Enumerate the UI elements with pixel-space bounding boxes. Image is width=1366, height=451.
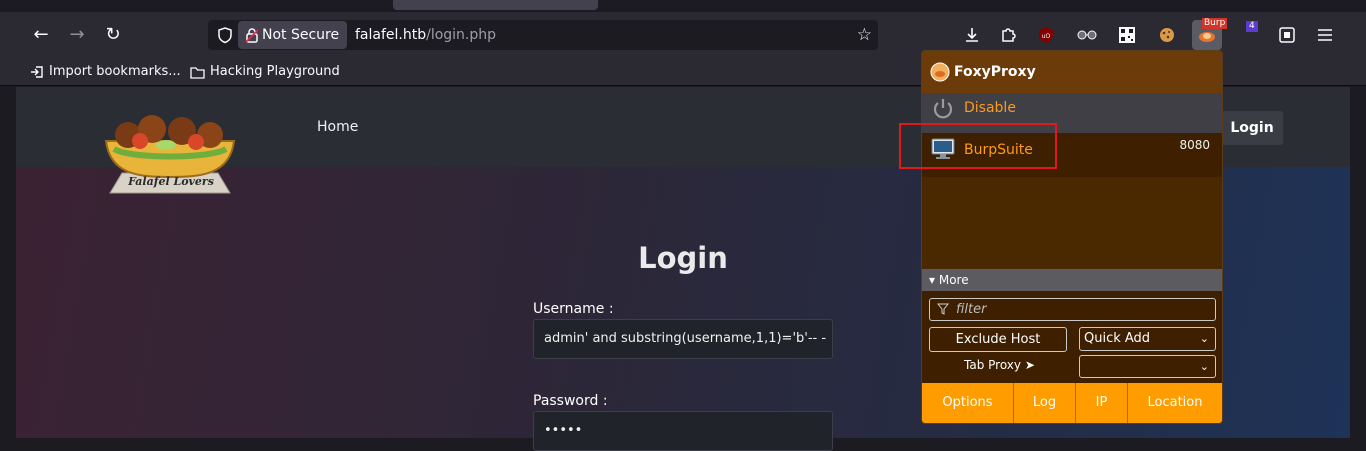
proxy-port: 8080 — [1179, 138, 1210, 152]
container-icon[interactable] — [1274, 22, 1300, 48]
location-button[interactable]: Location — [1128, 383, 1222, 423]
insecure-lock-icon — [245, 28, 259, 43]
password-input[interactable]: ••••• — [533, 411, 833, 451]
quick-add-value: Quick Add — [1084, 331, 1151, 346]
downloads-icon[interactable] — [959, 22, 985, 48]
foxyproxy-toolbar-icon[interactable]: Burp — [1192, 18, 1228, 50]
counter-extension-icon[interactable]: 4 — [1236, 21, 1262, 48]
back-icon[interactable]: ← — [28, 22, 54, 48]
ip-button[interactable]: IP — [1076, 383, 1128, 423]
bookmark-label: Hacking Playground — [210, 64, 340, 79]
svg-text:uO: uO — [1042, 33, 1051, 40]
tab-proxy-select[interactable]: ⌄ — [1079, 355, 1216, 378]
extensions-puzzle-icon[interactable] — [995, 22, 1021, 48]
bookmark-hacking-playground[interactable]: Hacking Playground — [190, 62, 340, 82]
ublock-icon[interactable]: uO — [1033, 22, 1059, 48]
footer-bar: Options Log IP Location — [922, 383, 1222, 423]
annotation-highlight-box — [899, 123, 1057, 169]
options-button[interactable]: Options — [922, 383, 1014, 423]
import-icon — [31, 66, 43, 78]
more-toggle[interactable]: ▾ More — [922, 269, 1222, 291]
forward-icon[interactable]: → — [64, 22, 90, 48]
folder-icon — [190, 66, 205, 79]
chevron-down-icon: ⌄ — [1199, 332, 1209, 345]
disable-label: Disable — [964, 100, 1016, 116]
url-text[interactable]: falafel.htb/login.php — [355, 20, 496, 50]
burp-badge: Burp — [1202, 18, 1228, 29]
log-button[interactable]: Log — [1014, 383, 1076, 423]
active-tab[interactable] — [393, 0, 598, 10]
username-input[interactable]: admin' and substring(username,1,1)='b'--… — [533, 319, 833, 359]
foxyproxy-header: FoxyProxy — [922, 51, 1222, 93]
filter-placeholder: filter — [956, 302, 987, 317]
filter-input[interactable]: filter — [929, 298, 1216, 321]
username-label: Username : — [533, 301, 614, 317]
app-menu-icon[interactable] — [1312, 22, 1338, 48]
logo-text: Falafel Lovers — [128, 175, 214, 188]
bookmark-label: Import bookmarks... — [49, 64, 181, 79]
power-icon — [933, 99, 953, 119]
site-security-button[interactable]: Not Secure — [238, 21, 348, 49]
tab-proxy-label: Tab Proxy ➤ — [964, 358, 1035, 372]
password-label: Password : — [533, 393, 608, 409]
reload-icon[interactable]: ↻ — [100, 22, 126, 48]
security-label: Not Secure — [262, 27, 340, 43]
count-badge: 4 — [1246, 21, 1258, 32]
url-bar[interactable]: Not Secure falafel.htb/login.php ☆ — [208, 20, 878, 50]
foxyproxy-logo-icon — [930, 62, 950, 82]
window-edge-right — [1350, 87, 1366, 438]
chevron-down-icon: ⌄ — [1199, 360, 1209, 373]
url-host: falafel.htb — [355, 27, 427, 43]
bookmark-import[interactable]: Import bookmarks... — [30, 62, 181, 82]
filter-icon — [937, 303, 949, 315]
bookmark-star-icon[interactable]: ☆ — [857, 25, 872, 45]
tab-strip — [0, 0, 1366, 12]
qr-code-icon[interactable] — [1114, 22, 1140, 48]
nav-home-link[interactable]: Home — [317, 119, 358, 135]
site-logo[interactable]: Falafel Lovers — [100, 115, 240, 195]
cookie-icon[interactable] — [1154, 22, 1180, 48]
tracking-shield-icon[interactable] — [216, 26, 234, 44]
foxyproxy-title: FoxyProxy — [954, 64, 1036, 80]
wappalyzer-glasses-icon[interactable] — [1074, 22, 1100, 48]
nav-login-button[interactable]: Login — [1221, 111, 1283, 145]
exclude-host-button[interactable]: Exclude Host — [929, 327, 1067, 352]
window-edge-left — [0, 87, 16, 438]
proxy-list-empty-area — [922, 177, 1222, 269]
url-path: /login.php — [426, 27, 497, 43]
quick-add-select[interactable]: Quick Add ⌄ — [1079, 327, 1216, 351]
foxyproxy-popup: FoxyProxy Disable BurpSuite 8080 ▾ More … — [921, 50, 1223, 424]
